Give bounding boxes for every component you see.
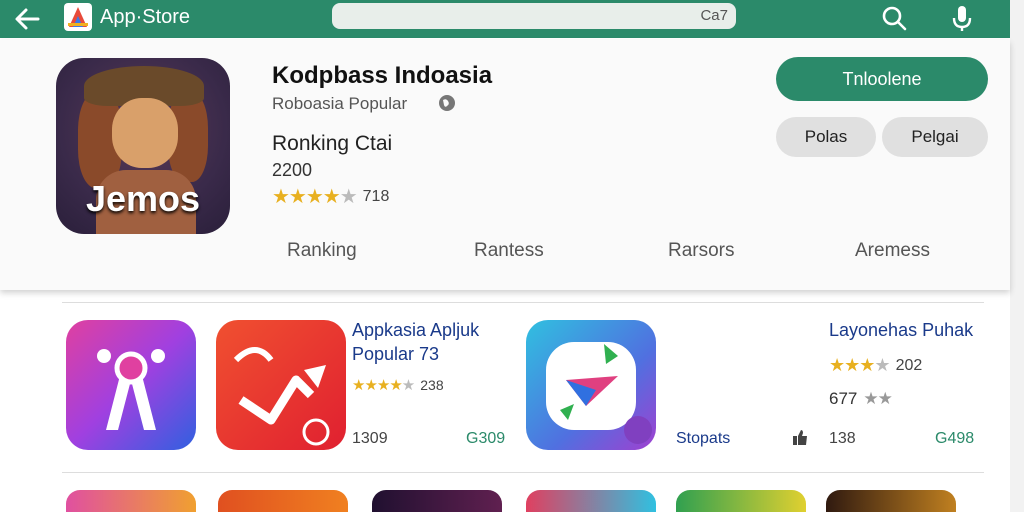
app-tile-5[interactable] [218,490,348,512]
rating-count: 718 [362,187,390,205]
app-tile-2-icon [233,347,330,446]
app-tile-8[interactable] [676,490,806,512]
app-tile-6[interactable] [372,490,502,512]
list-item-2-subvalue-row: 677 ★★ [829,389,893,409]
list-item-1-title-line2: Popular 73 [352,344,440,364]
star-icon: ★★ [863,389,893,408]
list-item-2-meta-right: G498 [935,430,975,447]
list-item-1-meta-right: G309 [466,430,506,447]
microphone-icon[interactable] [950,3,974,33]
app-header-card: Jemos Kodpbass Indoasia Roboasia Popular… [0,40,1010,290]
list-item-1-title-line1: Appkasia Apljuk [352,320,480,340]
list-item-2-rating: ★★★★ 202 [829,355,922,376]
tab-bar: Ranking Rantess Rarsors Aremess [0,240,1010,270]
list-item-2-meta-left: 138 [829,430,856,447]
rating-row: ★★★★★ 718 [272,184,389,209]
tab-ranking[interactable]: Ranking [287,240,357,262]
thumbs-up-icon[interactable] [791,428,809,446]
secondary-button-b[interactable]: Pelgai [882,117,988,157]
scroll-edge [1010,0,1024,512]
list-item-1-rating: ★★★★★ 238 [352,376,444,394]
app-tile-3-icon [546,342,652,444]
ranking-value: 2200 [272,160,313,180]
install-button[interactable]: Tnloolene [776,57,988,101]
list-item-1-meta-left: 1309 [352,430,388,447]
app-tile-9[interactable] [826,490,956,512]
app-name: Kodpbass Indoasia [272,62,493,89]
app-tile-1[interactable] [66,320,196,450]
store-title: App·Store [100,6,191,28]
store-logo-icon[interactable] [64,3,92,31]
list-item-1-rating-count: 238 [420,377,444,393]
tab-rarsors[interactable]: Rarsors [668,240,735,262]
app-icon-text: Jemos [85,178,201,219]
list-item-2-meta-label[interactable]: Stopats [676,430,730,448]
search-query: Ca7 [700,7,728,24]
app-developer[interactable]: Roboasia Popular [272,94,407,114]
globe-icon[interactable] [438,94,456,112]
rating-stars-icon: ★★★★★ [272,186,358,208]
divider [62,302,984,303]
tab-aremess[interactable]: Aremess [855,240,930,262]
app-tile-2[interactable] [216,320,346,450]
app-tile-4[interactable] [66,490,196,512]
list-item-1-title[interactable]: Appkasia Apljuk Popular 73 [352,318,479,366]
list-item-2-title[interactable]: Layonehas Puhak [829,318,973,342]
ranking-label: Ronking Ctai [272,132,393,155]
top-app-bar: App·Store Ca7 [0,0,1010,38]
back-arrow-icon[interactable] [12,6,42,32]
search-input[interactable]: Ca7 [332,3,736,29]
tab-rantess[interactable]: Rantess [474,240,544,262]
divider [62,472,984,473]
list-item-2-subvalue: 677 [829,389,858,408]
app-tile-7[interactable] [526,490,656,512]
star-icon: ★★★★ [829,355,891,375]
app-tile-3[interactable] [526,320,656,450]
list-item-2-rating-count: 202 [895,356,923,374]
app-tile-1-icon [97,349,165,430]
app-icon[interactable]: Jemos [56,58,230,234]
star-icon: ★★★★★ [352,377,415,394]
secondary-button-a[interactable]: Polas [776,117,876,157]
search-icon[interactable] [880,4,908,32]
